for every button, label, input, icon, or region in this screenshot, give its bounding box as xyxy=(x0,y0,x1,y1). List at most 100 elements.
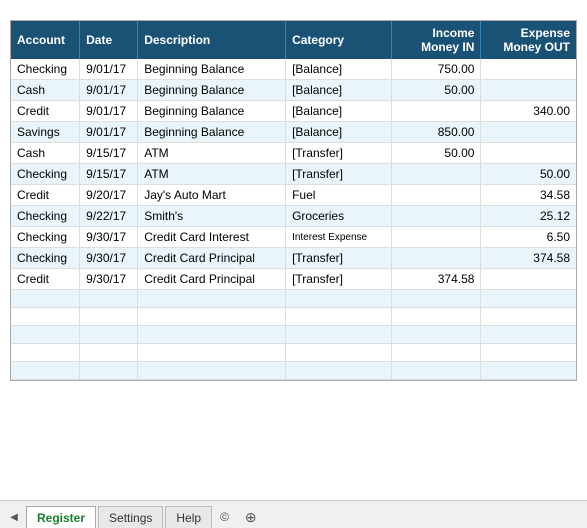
tab-help[interactable]: Help xyxy=(165,506,212,528)
table-cell xyxy=(481,80,576,101)
table-cell: [Transfer] xyxy=(286,248,392,269)
table-cell: Checking xyxy=(11,227,80,248)
table-cell: 9/30/17 xyxy=(80,269,138,290)
table-cell: Groceries xyxy=(286,206,392,227)
table-row[interactable]: Credit9/01/17Beginning Balance[Balance]3… xyxy=(11,101,576,122)
table-cell: 50.00 xyxy=(391,80,481,101)
table-cell: 9/01/17 xyxy=(80,59,138,80)
main-content: Account Date Description Category Income… xyxy=(0,0,587,500)
table-cell xyxy=(391,248,481,269)
table-row[interactable]: Cash9/15/17ATM[Transfer]50.00 xyxy=(11,143,576,164)
table-cell: 50.00 xyxy=(391,143,481,164)
table-cell xyxy=(138,308,286,326)
table-cell xyxy=(481,143,576,164)
table-cell xyxy=(286,326,392,344)
table-cell xyxy=(80,308,138,326)
table-cell: Cash xyxy=(11,80,80,101)
table-cell xyxy=(481,59,576,80)
table-cell: 9/15/17 xyxy=(80,164,138,185)
table-cell xyxy=(391,206,481,227)
table-row[interactable] xyxy=(11,308,576,326)
table-cell: 6.50 xyxy=(481,227,576,248)
table-cell xyxy=(481,308,576,326)
table-cell xyxy=(391,308,481,326)
table-cell xyxy=(11,290,80,308)
table-cell: Smith's xyxy=(138,206,286,227)
table-cell: 9/30/17 xyxy=(80,227,138,248)
table-cell xyxy=(11,326,80,344)
table-cell: Jay's Auto Mart xyxy=(138,185,286,206)
table-row[interactable] xyxy=(11,326,576,344)
tab-add-button[interactable]: ⊕ xyxy=(237,506,265,528)
table-cell: ATM xyxy=(138,164,286,185)
table-cell: Credit xyxy=(11,269,80,290)
table-row[interactable]: Checking9/30/17Credit Card InterestInter… xyxy=(11,227,576,248)
table-cell xyxy=(80,326,138,344)
table-cell xyxy=(286,344,392,362)
table-cell xyxy=(80,290,138,308)
header-description: Description xyxy=(138,21,286,59)
table-cell: 9/20/17 xyxy=(80,185,138,206)
table-row[interactable]: Savings9/01/17Beginning Balance[Balance]… xyxy=(11,122,576,143)
table-cell: [Transfer] xyxy=(286,143,392,164)
table-row[interactable] xyxy=(11,290,576,308)
table-cell xyxy=(138,290,286,308)
table-cell xyxy=(11,308,80,326)
table-cell: Checking xyxy=(11,164,80,185)
table-cell xyxy=(11,344,80,362)
table-cell: 750.00 xyxy=(391,59,481,80)
table-cell: 9/01/17 xyxy=(80,122,138,143)
tab-settings[interactable]: Settings xyxy=(98,506,163,528)
table-cell: [Transfer] xyxy=(286,269,392,290)
table-cell xyxy=(481,290,576,308)
table-cell: 50.00 xyxy=(481,164,576,185)
header-income: IncomeMoney IN xyxy=(391,21,481,59)
table-cell: [Balance] xyxy=(286,59,392,80)
table-cell: [Balance] xyxy=(286,122,392,143)
table-cell: Checking xyxy=(11,248,80,269)
table-row[interactable] xyxy=(11,362,576,380)
tab-register[interactable]: Register xyxy=(26,506,96,528)
table-cell xyxy=(11,362,80,380)
table-cell: 34.58 xyxy=(481,185,576,206)
table-cell xyxy=(391,185,481,206)
table-cell xyxy=(138,326,286,344)
table-cell xyxy=(391,362,481,380)
header-expense: ExpenseMoney OUT xyxy=(481,21,576,59)
table-cell: Cash xyxy=(11,143,80,164)
table-cell: Beginning Balance xyxy=(138,122,286,143)
table-cell xyxy=(391,164,481,185)
header-category: Category xyxy=(286,21,392,59)
table-cell: 9/01/17 xyxy=(80,80,138,101)
table-cell xyxy=(286,290,392,308)
table-cell: 9/22/17 xyxy=(80,206,138,227)
table-cell: Credit Card Principal xyxy=(138,248,286,269)
table-row[interactable]: Checking9/22/17Smith'sGroceries25.12 xyxy=(11,206,576,227)
table-row[interactable]: Checking9/01/17Beginning Balance[Balance… xyxy=(11,59,576,80)
table-cell: Checking xyxy=(11,206,80,227)
table-cell xyxy=(481,344,576,362)
table-row[interactable]: Checking9/30/17Credit Card Principal[Tra… xyxy=(11,248,576,269)
tab-bar: ◀ Register Settings Help © ⊕ xyxy=(0,500,587,528)
table-row[interactable]: Credit9/20/17Jay's Auto MartFuel34.58 xyxy=(11,185,576,206)
table-cell: Credit xyxy=(11,185,80,206)
table-cell xyxy=(481,269,576,290)
table-row[interactable]: Cash9/01/17Beginning Balance[Balance]50.… xyxy=(11,80,576,101)
table-cell: Credit xyxy=(11,101,80,122)
table-cell xyxy=(481,362,576,380)
table-cell: Beginning Balance xyxy=(138,80,286,101)
table-cell: Savings xyxy=(11,122,80,143)
table-cell: 374.58 xyxy=(481,248,576,269)
table-row[interactable]: Checking9/15/17ATM[Transfer]50.00 xyxy=(11,164,576,185)
table-cell xyxy=(391,101,481,122)
tab-copyright: © xyxy=(214,506,235,528)
table-cell xyxy=(138,344,286,362)
tab-nav-arrow[interactable]: ◀ xyxy=(6,506,22,528)
table-row[interactable]: Credit9/30/17Credit Card Principal[Trans… xyxy=(11,269,576,290)
table-row[interactable] xyxy=(11,344,576,362)
table-cell: Interest Expense xyxy=(286,227,392,248)
table-cell: Checking xyxy=(11,59,80,80)
table-header-row: Account Date Description Category Income… xyxy=(11,21,576,59)
header-account: Account xyxy=(11,21,80,59)
table-cell xyxy=(481,326,576,344)
